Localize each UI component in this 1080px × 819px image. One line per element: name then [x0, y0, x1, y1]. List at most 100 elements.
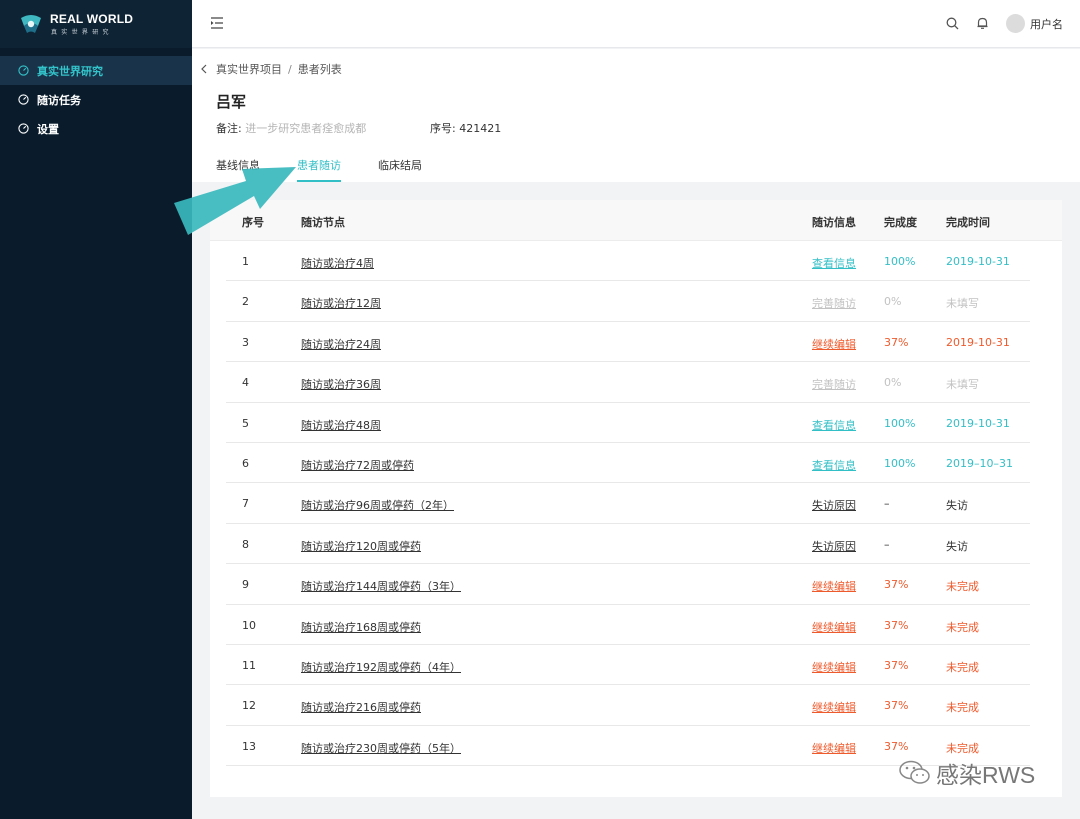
breadcrumb-parent[interactable]: 真实世界项目 [216, 61, 282, 77]
table-row: 12 随访或治疗216周或停药 继续编辑 37% 未完成 [226, 685, 1030, 726]
followup-node-link[interactable]: 随访或治疗96周或停药（2年） [301, 497, 454, 513]
logo-subtitle: 真实世界研究 [51, 29, 113, 36]
completion-value: – [884, 537, 890, 551]
row-number: 13 [242, 739, 256, 753]
remark-value: 进一步研究患者痊愈成都 [245, 122, 367, 135]
completion-time: 未完成 [946, 741, 979, 755]
followup-info-link[interactable]: 继续编辑 [812, 699, 856, 715]
sidebar-nav: 真实世界研究 随访任务 设置 [0, 56, 192, 143]
table-row: 8 随访或治疗120周或停药 失访原因 – 失访 [226, 524, 1030, 565]
followup-node-link[interactable]: 随访或治疗72周或停药 [301, 457, 414, 473]
sidebar-item-followup-tasks[interactable]: 随访任务 [0, 85, 192, 114]
search-icon[interactable] [946, 17, 959, 30]
completion-time: 2019-10-31 [946, 335, 1010, 349]
followup-node-link[interactable]: 随访或治疗120周或停药 [301, 538, 421, 554]
breadcrumb-current[interactable]: 患者列表 [298, 61, 342, 77]
column-header-completion: 完成度 [884, 216, 917, 229]
gauge-icon [18, 123, 29, 134]
completion-time: 未填写 [946, 378, 979, 392]
row-number: 7 [242, 497, 249, 511]
arrow-annotation-icon [174, 167, 296, 235]
top-header: 用户名 [192, 0, 1080, 48]
patient-remark: 备注: 进一步研究患者痊愈成都 [216, 120, 366, 136]
followup-node-link[interactable]: 随访或治疗192周或停药（4年） [301, 659, 461, 675]
sidebar-item-settings[interactable]: 设置 [0, 114, 192, 143]
followup-node-link[interactable]: 随访或治疗144周或停药（3年） [301, 578, 461, 594]
row-number: 6 [242, 457, 249, 470]
logo[interactable]: REAL WORLD 真实世界研究 [0, 0, 192, 48]
bell-icon[interactable] [976, 16, 989, 30]
followup-info-link[interactable]: 继续编辑 [812, 740, 856, 756]
chevron-left-icon[interactable] [200, 64, 208, 74]
completion-time: 未完成 [946, 661, 979, 674]
row-number: 10 [242, 618, 256, 632]
followup-info-link[interactable]: 查看信息 [812, 417, 856, 433]
table-row: 2 随访或治疗12周 完善随访 0% 未填写 [226, 281, 1030, 322]
page-title: 吕军 [216, 93, 247, 111]
followup-node-link[interactable]: 随访或治疗36周 [301, 376, 381, 392]
followup-info-link[interactable]: 查看信息 [812, 255, 856, 271]
tab-clinical-outcome[interactable]: 临床结局 [378, 157, 422, 182]
menu-fold-icon[interactable] [210, 16, 224, 30]
followup-info-link[interactable]: 完善随访 [812, 295, 856, 311]
completion-value: 37% [884, 659, 909, 672]
column-header-node: 随访节点 [301, 216, 345, 229]
followup-info-link[interactable]: 继续编辑 [812, 336, 856, 352]
row-number: 9 [242, 578, 249, 592]
completion-time: 失访 [946, 539, 968, 553]
followup-info-link[interactable]: 失访原因 [812, 497, 856, 513]
table-row: 5 随访或治疗48周 查看信息 100% 2019-10-31 [226, 403, 1030, 443]
followup-info-link[interactable]: 完善随访 [812, 376, 856, 392]
breadcrumb-separator: / [288, 62, 292, 76]
completion-value: 100% [884, 416, 916, 430]
username[interactable]: 用户名 [1030, 16, 1063, 32]
avatar[interactable] [1006, 14, 1025, 33]
completion-value: 37% [884, 739, 909, 753]
real-world-logo-icon [21, 15, 41, 33]
row-number: 11 [242, 659, 256, 672]
followup-node-link[interactable]: 随访或治疗12周 [301, 295, 381, 311]
gauge-icon [18, 65, 29, 76]
column-header-time: 完成时间 [946, 216, 990, 229]
completion-time: 未完成 [946, 701, 979, 715]
remark-label: 备注: [216, 122, 242, 135]
followup-node-link[interactable]: 随访或治疗216周或停药 [301, 699, 421, 715]
followup-node-link[interactable]: 随访或治疗230周或停药（5年） [301, 740, 461, 756]
completion-value: 0% [884, 295, 902, 309]
completion-time: 未完成 [946, 620, 979, 634]
completion-time: 2019–10–31 [946, 457, 1013, 470]
followup-table: 序号 随访节点 随访信息 完成度 完成时间 1 随访或治疗4周 查看信息 100% 20… [210, 200, 1062, 797]
sidebar-item-label: 随访任务 [37, 93, 81, 107]
followup-node-link[interactable]: 随访或治疗168周或停药 [301, 619, 421, 635]
serial-value: 421421 [459, 122, 502, 135]
followup-node-link[interactable]: 随访或治疗48周 [301, 417, 381, 433]
watermark: 感染RWS [898, 756, 1035, 790]
row-number: 8 [242, 537, 249, 551]
followup-node-link[interactable]: 随访或治疗24周 [301, 336, 381, 352]
row-number: 4 [242, 376, 249, 390]
table-header: 序号 随访节点 随访信息 完成度 完成时间 [210, 200, 1062, 241]
completion-time: 失访 [946, 499, 968, 513]
table-row: 9 随访或治疗144周或停药（3年） 继续编辑 37% 未完成 [226, 564, 1030, 605]
completion-time: 未完成 [946, 580, 979, 594]
table-row: 6 随访或治疗72周或停药 查看信息 100% 2019–10–31 [226, 443, 1030, 484]
row-number: 5 [242, 416, 249, 430]
followup-info-link[interactable]: 查看信息 [812, 457, 856, 473]
followup-info-link[interactable]: 继续编辑 [812, 619, 856, 635]
completion-value: 100% [884, 457, 916, 470]
watermark-text: 感染RWS [936, 762, 1036, 788]
table-row: 1 随访或治疗4周 查看信息 100% 2019-10-31 [226, 241, 1030, 282]
completion-value: – [884, 497, 890, 511]
followup-info-link[interactable]: 失访原因 [812, 538, 856, 554]
followup-info-link[interactable]: 继续编辑 [812, 578, 856, 594]
sidebar-item-real-world-research[interactable]: 真实世界研究 [0, 56, 192, 85]
logo-title: REAL WORLD [50, 12, 134, 26]
completion-value: 37% [884, 699, 909, 713]
breadcrumb: 真实世界项目 / 患者列表 [200, 61, 342, 77]
followup-info-link[interactable]: 继续编辑 [812, 659, 856, 675]
followup-node-link[interactable]: 随访或治疗4周 [301, 255, 374, 271]
sidebar-item-label: 设置 [37, 122, 59, 136]
row-number: 12 [242, 699, 256, 713]
tab-patient-followup[interactable]: 患者随访 [297, 157, 341, 182]
table-row: 10 随访或治疗168周或停药 继续编辑 37% 未完成 [226, 605, 1030, 645]
